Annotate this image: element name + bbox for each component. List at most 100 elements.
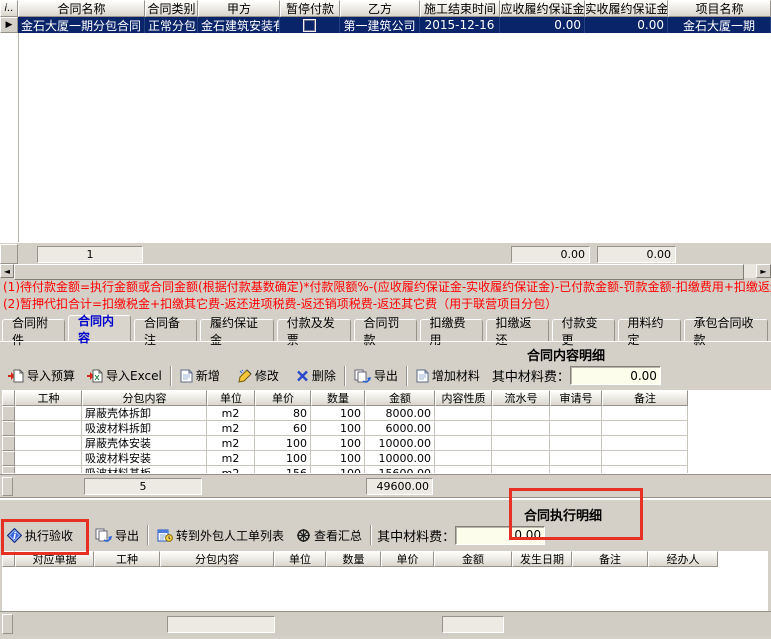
tab-付款及发票[interactable]: 付款及发票 [277, 319, 351, 341]
content-grid-cell[interactable] [602, 436, 688, 451]
tab-合同备注[interactable]: 合同备注 [134, 319, 197, 341]
content-grid-cell[interactable] [550, 466, 602, 473]
content-grid-cell[interactable] [15, 436, 82, 451]
content-grid-cell[interactable]: 10000.00 [365, 451, 435, 466]
top-row-cell[interactable]: 第一建筑公司 [340, 17, 420, 33]
content-grid-cell[interactable] [550, 451, 602, 466]
content-grid-cell[interactable] [492, 466, 550, 473]
content-grid-row[interactable]: 吸波材料拆卸m2601006000.00 [2, 421, 771, 436]
execution-column-header[interactable]: 备注 [572, 551, 648, 567]
top-column-header[interactable]: 应收履约保证金 [500, 0, 585, 17]
top-column-header[interactable]: 实收履约保证金 [585, 0, 668, 17]
execution-column-header[interactable]: 对应单据 [15, 551, 94, 567]
content-column-header[interactable]: 备注 [602, 390, 688, 406]
row-selector-cell[interactable]: ▶ [0, 17, 18, 33]
execution-column-header[interactable]: 分包内容 [160, 551, 274, 567]
edit-row-button[interactable]: 修改 [235, 365, 282, 387]
execution-material-fee-input[interactable] [455, 526, 545, 545]
tab-付款变更[interactable]: 付款变更 [552, 319, 615, 341]
row-selector-cell[interactable] [2, 406, 15, 421]
top-row-cell[interactable]: 金石大厦一期 [668, 17, 771, 33]
content-grid-cell[interactable]: 10000.00 [365, 436, 435, 451]
content-grid-cell[interactable]: 吸波材料拆卸 [82, 421, 207, 436]
content-column-header[interactable]: 单价 [255, 390, 311, 406]
content-grid-cell[interactable]: 100 [255, 451, 311, 466]
tab-扣缴费用[interactable]: 扣缴费用 [420, 319, 483, 341]
content-grid-cell[interactable]: 100 [311, 466, 365, 473]
content-grid-cell[interactable]: m2 [207, 436, 255, 451]
content-grid-cell[interactable] [435, 406, 492, 421]
top-row-cell[interactable] [280, 17, 340, 33]
top-column-header[interactable]: 暂停付款 [280, 0, 340, 17]
content-grid-cell[interactable]: m2 [207, 451, 255, 466]
top-column-header[interactable]: 甲方 [198, 0, 280, 17]
content-grid-row[interactable]: 吸波材料安装m210010010000.00 [2, 451, 771, 466]
goto-labor-list-button[interactable]: 转到外包人工单列表 [154, 524, 287, 546]
content-grid-cell[interactable] [550, 406, 602, 421]
content-grid-cell[interactable]: 100 [311, 451, 365, 466]
view-summary-button[interactable]: 查看汇总 [293, 524, 365, 546]
content-material-fee-input[interactable] [570, 366, 661, 385]
tab-合同内容[interactable]: 合同内容 [68, 315, 131, 341]
content-grid-cell[interactable]: 8000.00 [365, 406, 435, 421]
content-grid-cell[interactable] [435, 436, 492, 451]
content-grid-cell[interactable]: 100 [255, 436, 311, 451]
tab-用料约定[interactable]: 用料约定 [618, 319, 681, 341]
content-grid-cell[interactable] [492, 406, 550, 421]
content-grid-cell[interactable] [602, 451, 688, 466]
row-selector-cell[interactable] [2, 421, 15, 436]
execute-accept-button[interactable]: i 执行验收 [4, 524, 76, 546]
tab-履约保证金[interactable]: 履约保证金 [200, 319, 274, 341]
content-grid-row[interactable]: 屏蔽壳体安装m210010010000.00 [2, 436, 771, 451]
tab-合同罚款[interactable]: 合同罚款 [354, 319, 417, 341]
top-column-header[interactable]: 项目名称 [668, 0, 771, 17]
content-grid-cell[interactable] [15, 406, 82, 421]
content-column-header[interactable]: 流水号 [492, 390, 550, 406]
content-grid-cell[interactable]: m2 [207, 406, 255, 421]
scrollbar-thumb[interactable] [14, 264, 744, 280]
content-grid-cell[interactable] [15, 451, 82, 466]
content-grid-cell[interactable]: 100 [311, 436, 365, 451]
execution-column-header[interactable]: 数量 [326, 551, 381, 567]
content-grid-cell[interactable] [550, 421, 602, 436]
execution-column-header[interactable]: 单价 [381, 551, 434, 567]
top-row-cell[interactable]: 金石建筑安装有限 [198, 17, 280, 33]
scroll-left-button[interactable]: ◄ [0, 264, 14, 278]
top-row-cell[interactable]: 2015-12-16 [420, 17, 500, 33]
content-grid-row[interactable]: 屏蔽壳体拆卸m2801008000.00 [2, 406, 771, 421]
execution-column-header[interactable]: 发生日期 [512, 551, 572, 567]
content-grid-cell[interactable]: 屏蔽壳体拆卸 [82, 406, 207, 421]
delete-row-button[interactable]: 删除 [293, 365, 339, 387]
content-grid-cell[interactable]: 吸波材料安装 [82, 451, 207, 466]
content-grid-cell[interactable]: 15600.00 [365, 466, 435, 473]
execution-column-header[interactable]: 金额 [434, 551, 512, 567]
content-grid-cell[interactable] [602, 466, 688, 473]
content-grid-cell[interactable]: 80 [255, 406, 311, 421]
content-grid-cell[interactable] [435, 466, 492, 473]
tab-扣缴返还[interactable]: 扣缴返还 [486, 319, 549, 341]
content-grid-cell[interactable]: m2 [207, 421, 255, 436]
content-grid-cell[interactable] [492, 451, 550, 466]
content-grid-cell[interactable]: m2 [207, 466, 255, 473]
content-export-button[interactable]: 导出 [351, 365, 401, 387]
content-grid-cell[interactable] [602, 421, 688, 436]
content-column-header[interactable]: 金额 [365, 390, 435, 406]
import-budget-button[interactable]: 导入预算 [4, 365, 78, 387]
row-selector-cell[interactable] [2, 436, 15, 451]
content-grid-cell[interactable]: 吸波材料基板 [82, 466, 207, 473]
add-material-button[interactable]: 增加材料 [413, 365, 483, 387]
content-column-header[interactable]: 数量 [311, 390, 365, 406]
content-grid-cell[interactable] [492, 436, 550, 451]
content-grid-cell[interactable] [435, 451, 492, 466]
scroll-right-button[interactable]: ► [756, 264, 771, 278]
horizontal-scrollbar[interactable]: ◄ ► [0, 264, 771, 278]
content-grid-cell[interactable] [492, 421, 550, 436]
add-row-button[interactable]: 新增 [177, 365, 223, 387]
top-row-cell[interactable]: 金石大厦一期分包合同 [18, 17, 145, 33]
pause-payment-checkbox[interactable] [303, 19, 316, 32]
top-grid-selected-row[interactable]: ▶金石大厦一期分包合同正常分包金石建筑安装有限第一建筑公司2015-12-160… [0, 17, 771, 33]
content-grid-cell[interactable]: 60 [255, 421, 311, 436]
top-column-header[interactable]: 合同类别 [145, 0, 198, 17]
content-grid-cell[interactable] [435, 421, 492, 436]
execution-column-header[interactable]: 工种 [94, 551, 160, 567]
